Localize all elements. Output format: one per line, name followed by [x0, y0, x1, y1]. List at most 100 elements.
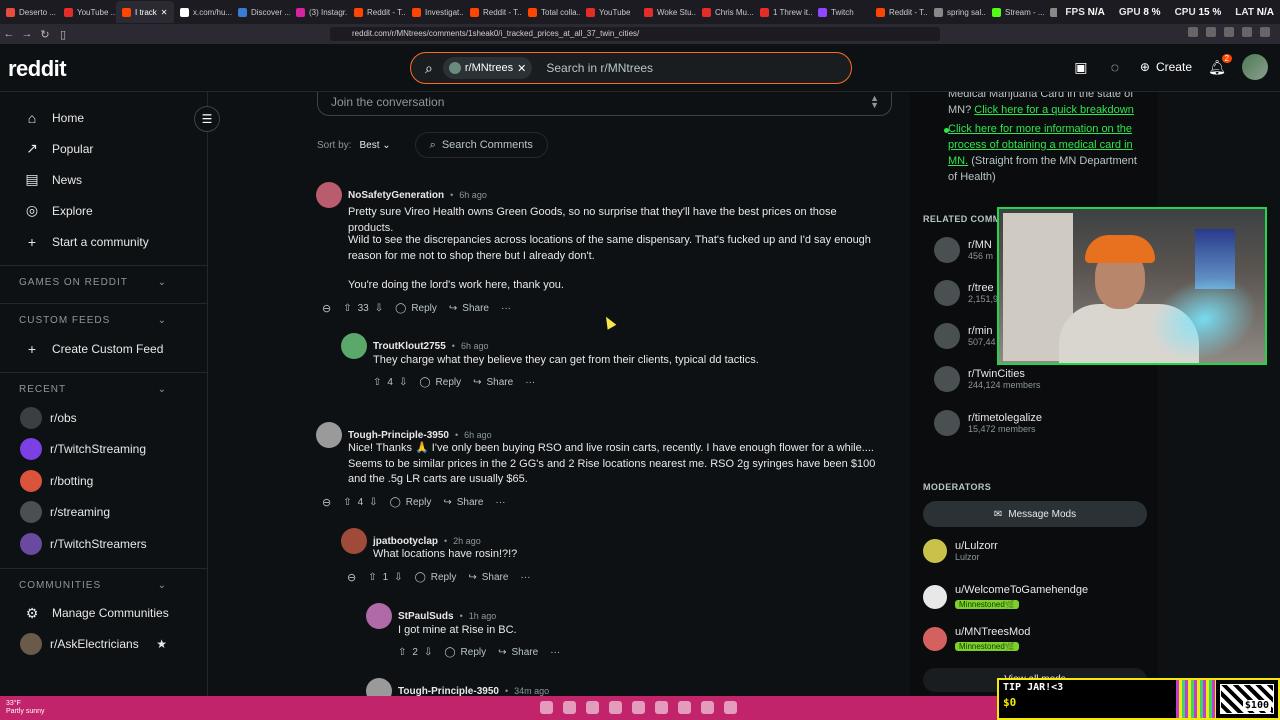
- sidebar-item-news[interactable]: ▤ News: [0, 164, 207, 195]
- upvote-icon[interactable]: ⇧: [343, 303, 351, 314]
- browser-tab[interactable]: Chris Mu...: [696, 1, 754, 23]
- star-icon[interactable]: ★: [156, 637, 167, 651]
- menu-icon[interactable]: [1260, 27, 1270, 37]
- more-options-icon[interactable]: ···: [501, 303, 511, 314]
- share-button[interactable]: ↪ Share: [443, 497, 483, 508]
- comment-author[interactable]: TroutKlout2755: [373, 341, 446, 352]
- moderator[interactable]: u/MNTreesMod Minnestoned🌿: [923, 626, 1030, 652]
- collapse-thread-icon[interactable]: ⊖: [347, 571, 356, 584]
- browser-tab[interactable]: Reddit - T...: [348, 1, 406, 23]
- create-button[interactable]: ⊕ Create: [1140, 60, 1192, 74]
- browser-tab[interactable]: Woke Stu...: [638, 1, 696, 23]
- share-button[interactable]: ↪ Share: [449, 303, 489, 314]
- related-community[interactable]: r/timetolegalize 15,472 members: [934, 410, 1042, 436]
- quick-breakdown-link[interactable]: Click here for a quick breakdown: [974, 104, 1134, 116]
- folder-icon[interactable]: [632, 701, 645, 714]
- browser-tab[interactable]: Reddit - T...: [870, 1, 928, 23]
- recent-community-item[interactable]: r/TwitchStreaming: [0, 434, 207, 466]
- avatar[interactable]: [341, 528, 367, 554]
- join-conversation-input[interactable]: Join the conversation ▲ ▼: [317, 92, 892, 116]
- share-button[interactable]: ↪ Share: [468, 572, 508, 583]
- comment-author[interactable]: Tough-Principle-3950: [398, 686, 499, 697]
- upvote-icon[interactable]: ⇧: [373, 377, 381, 388]
- browser-tab[interactable]: Stream - ...: [986, 1, 1044, 23]
- reply-button[interactable]: ◯ Reply: [415, 572, 457, 583]
- reply-button[interactable]: ◯ Reply: [390, 497, 432, 508]
- downvote-icon[interactable]: ⇩: [424, 647, 432, 658]
- downvote-icon[interactable]: ⇩: [394, 572, 402, 583]
- collapse-thread-icon[interactable]: ⊖: [322, 302, 331, 315]
- browser-tab[interactable]: x.com/hu...: [174, 1, 232, 23]
- extension-icon[interactable]: [1242, 27, 1252, 37]
- windows-icon[interactable]: [540, 701, 553, 714]
- extension-icon[interactable]: [1224, 27, 1234, 37]
- recent-header[interactable]: RECENT ⌄: [0, 372, 207, 402]
- sidebar-toggle-icon[interactable]: ▯: [54, 25, 72, 43]
- reply-button[interactable]: ◯ Reply: [419, 377, 461, 388]
- browser-tab[interactable]: Deserto ...: [0, 1, 58, 23]
- avatar[interactable]: [366, 678, 392, 696]
- downvote-icon[interactable]: ⇩: [369, 497, 377, 508]
- weather-widget[interactable]: 33°F Partly sunny: [6, 700, 45, 716]
- browser-tab[interactable]: 1 Threw it...: [754, 1, 812, 23]
- sidebar-item-askelectricians[interactable]: r/AskElectricians ★: [0, 629, 207, 661]
- steam-icon[interactable]: [586, 701, 599, 714]
- related-community[interactable]: r/TwinCities 244,124 members: [934, 366, 1041, 392]
- manage-communities[interactable]: ⚙ Manage Communities: [0, 598, 207, 629]
- collapse-sidebar-button[interactable]: ☰: [194, 106, 220, 132]
- subreddit-search-chip[interactable]: r/MNtrees ✕: [442, 57, 533, 79]
- avatar[interactable]: [316, 182, 342, 208]
- sidebar-item-explore[interactable]: ◎ Explore: [0, 195, 207, 226]
- notifications-icon[interactable]: 🔔︎ 2: [1208, 54, 1232, 76]
- sort-dropdown[interactable]: Best ⌄: [359, 140, 390, 151]
- browser-tab[interactable]: YouTube ...: [58, 1, 116, 23]
- more-options-icon[interactable]: ···: [495, 497, 505, 508]
- extension-icon[interactable]: [1206, 27, 1216, 37]
- app-icon[interactable]: [655, 701, 668, 714]
- settings-icon[interactable]: [678, 701, 691, 714]
- browser-tab[interactable]: Total colla...: [522, 1, 580, 23]
- avatar[interactable]: [341, 333, 367, 359]
- games-section-header[interactable]: GAMES ON REDDIT ⌄: [0, 265, 207, 295]
- recent-community-item[interactable]: r/botting: [0, 465, 207, 497]
- close-icon[interactable]: ✕: [517, 62, 526, 75]
- search-bar[interactable]: ⌕ r/MNtrees ✕ Search in r/MNtrees: [410, 52, 852, 84]
- comment-author[interactable]: Tough-Principle-3950: [348, 430, 449, 441]
- app-icon[interactable]: [701, 701, 714, 714]
- browser-icon[interactable]: [609, 701, 622, 714]
- sidebar-item-home[interactable]: ⌂ Home: [0, 102, 207, 133]
- moderator[interactable]: u/Lulzorr Lulzor: [923, 539, 998, 563]
- related-community[interactable]: r/tree 2,151,9: [934, 280, 998, 306]
- message-mods-button[interactable]: ✉ Message Mods: [923, 501, 1147, 527]
- search-input[interactable]: Search in r/MNtrees: [546, 61, 653, 75]
- avatar[interactable]: [316, 422, 342, 448]
- sidebar-item-start-a-community[interactable]: + Start a community: [0, 226, 207, 257]
- share-button[interactable]: ↪ Share: [473, 377, 513, 388]
- downvote-icon[interactable]: ⇩: [375, 303, 383, 314]
- browser-tab[interactable]: Twitch: [812, 1, 870, 23]
- share-button[interactable]: ↪ Share: [498, 647, 538, 658]
- create-custom-feed[interactable]: + Create Custom Feed: [0, 333, 207, 364]
- reload-icon[interactable]: ↻: [36, 25, 54, 43]
- related-community[interactable]: r/MN 456 m: [934, 237, 993, 263]
- address-bar[interactable]: reddit.com/r/MNtrees/comments/1sheak0/i_…: [330, 27, 940, 41]
- chat-icon[interactable]: ◌: [1106, 58, 1124, 76]
- sidebar-item-popular[interactable]: ↗ Popular: [0, 133, 207, 164]
- recent-community-item[interactable]: r/streaming: [0, 497, 207, 529]
- browser-tab[interactable]: Reddit - T...: [464, 1, 522, 23]
- search-comments-button[interactable]: ⌕ Search Comments: [414, 132, 548, 158]
- upvote-icon[interactable]: ⇧: [343, 497, 351, 508]
- browser-tab[interactable]: Discover ...: [232, 1, 290, 23]
- advertise-icon[interactable]: ▣: [1072, 58, 1090, 76]
- custom-feeds-header[interactable]: CUSTOM FEEDS ⌄: [0, 303, 207, 333]
- related-community[interactable]: r/min 507,44: [934, 323, 996, 349]
- more-options-icon[interactable]: ···: [520, 572, 530, 583]
- reply-button[interactable]: ◯ Reply: [444, 647, 486, 658]
- downvote-icon[interactable]: ⇩: [399, 377, 407, 388]
- upvote-icon[interactable]: ⇧: [368, 572, 376, 583]
- avatar[interactable]: [366, 603, 392, 629]
- browser-tab[interactable]: YouTube: [580, 1, 638, 23]
- more-options-icon[interactable]: ···: [550, 647, 560, 658]
- back-icon[interactable]: ←: [0, 25, 18, 43]
- communities-header[interactable]: COMMUNITIES ⌄: [0, 567, 207, 598]
